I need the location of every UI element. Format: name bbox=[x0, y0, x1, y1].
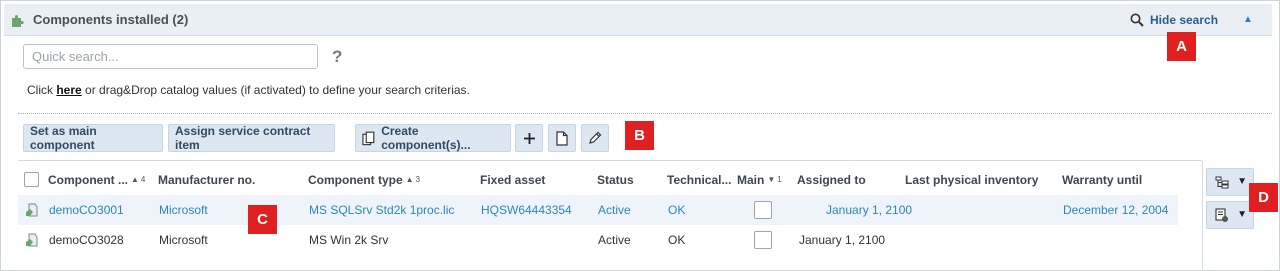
column-header-warranty[interactable]: Warranty until bbox=[1062, 173, 1142, 187]
copy-document-icon bbox=[362, 131, 375, 145]
cell-component: demoCO3028 bbox=[49, 233, 124, 247]
report-dropdown-button[interactable]: ▼ bbox=[1206, 201, 1254, 229]
column-header-label: Component ... bbox=[48, 173, 128, 187]
quick-search-input[interactable] bbox=[23, 44, 318, 69]
cell-manufacturer[interactable]: Microsoft bbox=[159, 203, 208, 217]
cell-status: Active bbox=[598, 233, 631, 247]
cell-technical[interactable]: OK bbox=[668, 203, 685, 217]
tree-structure-icon bbox=[1215, 176, 1229, 189]
column-header-component[interactable]: Component ... ▲ 4 bbox=[48, 173, 145, 187]
annotation-marker-a: A bbox=[1167, 32, 1196, 61]
cell-warranty[interactable]: December 12, 2004 bbox=[1063, 203, 1168, 217]
create-components-label: Create component(s)... bbox=[381, 124, 471, 152]
set-main-component-label: Set as main component bbox=[30, 124, 97, 152]
component-icon bbox=[26, 233, 38, 247]
hide-search-label: Hide search bbox=[1150, 13, 1219, 27]
dropdown-arrow-icon: ▼ bbox=[1237, 209, 1247, 220]
sort-desc-icon: ▼ bbox=[767, 175, 776, 184]
column-header-main[interactable]: Main ▼ 1 bbox=[737, 173, 782, 187]
add-button[interactable] bbox=[515, 124, 543, 152]
dropdown-arrow-icon: ▼ bbox=[1237, 176, 1247, 187]
cell-fixed-asset[interactable]: HQSW64443354 bbox=[481, 203, 572, 217]
section-header[interactable]: Components installed (2) Hide search ▲ bbox=[4, 4, 1272, 36]
create-components-button[interactable]: Create component(s)... bbox=[355, 124, 511, 152]
column-header-label: Main bbox=[737, 173, 765, 187]
column-header-status[interactable]: Status bbox=[597, 173, 634, 187]
divider bbox=[18, 113, 1272, 114]
cell-assigned-to: January 1, 2100 bbox=[799, 233, 886, 247]
document-icon bbox=[556, 130, 568, 146]
pencil-icon bbox=[589, 131, 602, 144]
table-row[interactable]: demoCO3001 Microsoft MS SQLSrv Std2k 1pr… bbox=[18, 195, 1178, 225]
set-main-component-button[interactable]: Set as main component bbox=[23, 124, 163, 152]
column-header-assigned-to[interactable]: Assigned to bbox=[797, 173, 866, 187]
column-header-label: Component type bbox=[308, 173, 403, 187]
sort-order-number: 3 bbox=[415, 175, 421, 184]
component-icon bbox=[26, 203, 38, 217]
column-header-manufacturer[interactable]: Manufacturer no. bbox=[158, 173, 255, 187]
cell-component[interactable]: demoCO3001 bbox=[49, 203, 124, 217]
sort-asc-icon: ▲ bbox=[131, 175, 139, 184]
sort-order-number: 1 bbox=[777, 175, 782, 184]
cell-assigned-to[interactable]: January 1, 2100 bbox=[826, 203, 912, 217]
tree-view-dropdown-button[interactable]: ▼ bbox=[1206, 168, 1254, 196]
search-user-icon bbox=[1130, 13, 1144, 27]
hint-text-after: or drag&Drop catalog values (if activate… bbox=[81, 83, 470, 97]
section-title: Components installed (2) bbox=[33, 12, 189, 27]
chevron-up-icon[interactable]: ▲ bbox=[1243, 14, 1253, 25]
help-icon[interactable]: ? bbox=[332, 47, 342, 67]
table-row[interactable]: demoCO3028 Microsoft MS Win 2k Srv Activ… bbox=[18, 225, 1178, 255]
search-hint: Click here or drag&Drop catalog values (… bbox=[27, 83, 470, 97]
annotation-marker-b: B bbox=[625, 121, 654, 150]
sort-order-number: 4 bbox=[140, 175, 146, 184]
cell-component-type[interactable]: MS SQLSrv Std2k 1proc.lic bbox=[309, 203, 454, 217]
new-document-button[interactable] bbox=[548, 124, 576, 152]
select-all-checkbox[interactable] bbox=[24, 172, 39, 187]
side-column-divider bbox=[1202, 161, 1203, 271]
main-checkbox[interactable] bbox=[754, 231, 772, 249]
cell-component-type: MS Win 2k Srv bbox=[309, 233, 389, 247]
hint-text-before: Click bbox=[27, 83, 57, 97]
sort-asc-icon: ▲ bbox=[405, 175, 414, 184]
column-header-last-inventory[interactable]: Last physical inventory bbox=[905, 173, 1038, 187]
cell-technical: OK bbox=[668, 233, 686, 247]
plus-icon bbox=[523, 132, 535, 144]
column-header-fixed-asset[interactable]: Fixed asset bbox=[480, 173, 545, 187]
hint-here-link[interactable]: here bbox=[56, 83, 81, 97]
edit-button[interactable] bbox=[581, 124, 609, 152]
annotation-marker-c: C bbox=[248, 205, 277, 234]
annotation-marker-d: D bbox=[1249, 183, 1278, 212]
main-checkbox[interactable] bbox=[754, 201, 772, 219]
document-settings-icon bbox=[1215, 208, 1228, 222]
column-header-component-type[interactable]: Component type ▲ 3 bbox=[308, 173, 420, 187]
puzzle-icon bbox=[12, 15, 24, 27]
grid-top-border bbox=[18, 160, 1202, 161]
assign-service-contract-label: Assign service contract item bbox=[175, 124, 311, 152]
assign-service-contract-button[interactable]: Assign service contract item bbox=[168, 124, 335, 152]
hide-search-link[interactable]: Hide search bbox=[1129, 12, 1218, 28]
cell-manufacturer: Microsoft bbox=[159, 233, 208, 247]
cell-status[interactable]: Active bbox=[598, 203, 631, 217]
column-header-technical[interactable]: Technical... bbox=[667, 173, 731, 187]
